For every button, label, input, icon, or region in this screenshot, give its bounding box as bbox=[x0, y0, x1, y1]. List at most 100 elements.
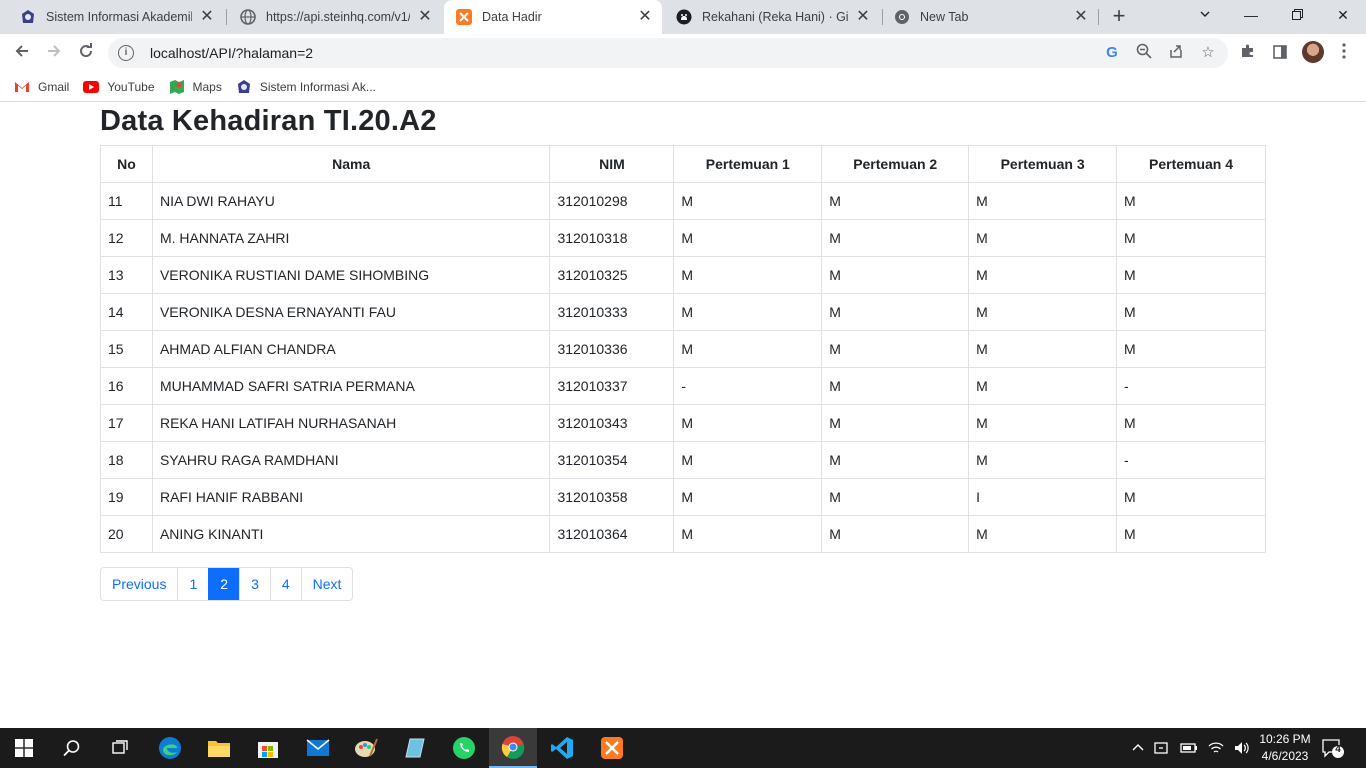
close-icon[interactable]: ✕ bbox=[1072, 8, 1090, 26]
column-header-nim: NIM bbox=[549, 145, 675, 183]
table-row: 17 REKA HANI LATIFAH NURHASANAH 312010343 M… bbox=[100, 404, 1266, 442]
vscode-icon bbox=[551, 737, 573, 759]
cell-nama: VERONIKA RUSTIANI DAME SIHOMBING bbox=[151, 256, 551, 294]
minimize-button[interactable]: — bbox=[1228, 0, 1274, 30]
pagination-previous[interactable]: Previous bbox=[101, 568, 177, 600]
cell-pertemuan-4: M bbox=[1116, 478, 1266, 516]
chevron-down-icon bbox=[1200, 11, 1210, 17]
taskbar-file-explorer[interactable] bbox=[195, 728, 243, 768]
taskbar-paint[interactable] bbox=[342, 728, 390, 768]
close-icon[interactable]: ✕ bbox=[198, 8, 216, 26]
extensions-button[interactable] bbox=[1234, 39, 1262, 67]
cell-pertemuan-4: M bbox=[1116, 404, 1266, 442]
cell-pertemuan-1: M bbox=[673, 441, 823, 479]
cell-pertemuan-3: M bbox=[968, 367, 1118, 405]
tab-title: New Tab bbox=[920, 10, 969, 24]
taskbar-xampp[interactable] bbox=[588, 728, 636, 768]
bookmark-star-icon[interactable]: ☆ bbox=[1198, 43, 1218, 63]
cell-pertemuan-2: M bbox=[821, 256, 970, 294]
bookmark-maps[interactable]: Maps bbox=[169, 79, 222, 95]
url-text[interactable]: localhost/API/?halaman=2 bbox=[150, 45, 313, 61]
google-translate-icon[interactable]: G bbox=[1102, 43, 1122, 63]
reload-button[interactable] bbox=[72, 39, 100, 67]
system-tray bbox=[1132, 728, 1250, 768]
cell-pertemuan-1: M bbox=[673, 293, 823, 331]
search-button[interactable] bbox=[48, 728, 96, 768]
cell-pertemuan-1: M bbox=[673, 219, 823, 257]
taskbar-app[interactable] bbox=[391, 728, 439, 768]
address-bar[interactable]: i localhost/API/?halaman=2 G ☆ bbox=[108, 38, 1228, 68]
share-icon[interactable] bbox=[1166, 43, 1186, 63]
cell-nim: 312010325 bbox=[549, 256, 675, 294]
taskbar-mail[interactable] bbox=[294, 728, 342, 768]
table-row: 11 NIA DWI RAHAYU 312010298 M M M M bbox=[100, 182, 1266, 220]
info-icon[interactable]: i bbox=[118, 45, 134, 61]
tab-strip: Sistem Informasi Akademik ✕ https://api.… bbox=[0, 0, 1366, 34]
table-row: 20 ANING KINANTI 312010364 M M M M bbox=[100, 515, 1266, 553]
start-button[interactable] bbox=[0, 728, 48, 768]
tab-search-button[interactable] bbox=[1182, 0, 1228, 30]
column-header-nama: Nama bbox=[151, 145, 551, 183]
cell-pertemuan-3: M bbox=[968, 182, 1118, 220]
wifi-icon[interactable] bbox=[1208, 741, 1224, 755]
campus-logo-icon bbox=[236, 79, 252, 95]
github-icon bbox=[676, 9, 692, 25]
bookmark-sistem-informasi[interactable]: Sistem Informasi Ak... bbox=[236, 79, 376, 95]
back-button[interactable] bbox=[8, 39, 36, 67]
cell-no: 14 bbox=[100, 293, 153, 331]
taskbar-edge[interactable] bbox=[146, 728, 194, 768]
battery-icon[interactable] bbox=[1180, 741, 1198, 755]
cell-pertemuan-3: M bbox=[968, 515, 1118, 553]
pagination-page-2[interactable]: 2 bbox=[208, 568, 240, 600]
search-icon bbox=[63, 740, 80, 757]
bookmark-gmail[interactable]: Gmail bbox=[14, 79, 69, 95]
close-icon[interactable]: ✕ bbox=[854, 8, 872, 26]
pagination-next[interactable]: Next bbox=[300, 568, 353, 600]
tab-github[interactable]: Rekahani (Reka Hani) · GitHu ✕ bbox=[664, 0, 880, 34]
tab-sistem-informasi[interactable]: Sistem Informasi Akademik ✕ bbox=[8, 0, 224, 34]
forward-button[interactable] bbox=[40, 39, 68, 67]
menu-button[interactable] bbox=[1330, 39, 1358, 67]
cell-pertemuan-2: M bbox=[821, 478, 970, 516]
notification-center-button[interactable]: 4 bbox=[1322, 738, 1344, 758]
cell-nama: RAFI HANIF RABBANI bbox=[151, 478, 551, 516]
task-view-button[interactable] bbox=[96, 728, 144, 768]
zoom-icon[interactable] bbox=[1134, 43, 1154, 63]
tab-new-tab[interactable]: New Tab ✕ bbox=[882, 0, 1098, 34]
tab-data-hadir[interactable]: Data Hadir ✕ bbox=[444, 0, 662, 34]
close-window-button[interactable]: ✕ bbox=[1320, 0, 1366, 30]
taskbar-vscode[interactable] bbox=[538, 728, 586, 768]
pagination-page-1[interactable]: 1 bbox=[177, 568, 208, 600]
tab-api-stein[interactable]: https://api.steinhq.com/v1/st ✕ bbox=[228, 0, 442, 34]
taskbar-whatsapp[interactable] bbox=[440, 728, 488, 768]
table-row: 15 AHMAD ALFIAN CHANDRA 312010336 M M M M bbox=[100, 330, 1266, 368]
volume-icon[interactable] bbox=[1234, 741, 1250, 755]
cell-no: 16 bbox=[100, 367, 153, 405]
browser-toolbar: i localhost/API/?halaman=2 G ☆ bbox=[0, 34, 1366, 72]
arrow-right-icon bbox=[48, 45, 61, 57]
cell-pertemuan-1: M bbox=[673, 256, 823, 294]
tab-title: Rekahani (Reka Hani) · GitHu bbox=[702, 10, 848, 24]
bookmark-youtube[interactable]: YouTube bbox=[83, 79, 155, 95]
new-tab-button[interactable]: + bbox=[1106, 5, 1132, 29]
pagination-page-3[interactable]: 3 bbox=[239, 568, 270, 600]
pagination-page-4[interactable]: 4 bbox=[269, 568, 301, 600]
pagination: Previous 1 2 3 4 Next bbox=[100, 567, 354, 601]
close-icon[interactable]: ✕ bbox=[416, 8, 434, 26]
restore-button[interactable] bbox=[1274, 0, 1320, 30]
chevron-up-icon[interactable] bbox=[1132, 742, 1144, 754]
meet-now-icon[interactable] bbox=[1154, 740, 1170, 756]
profile-avatar[interactable] bbox=[1302, 41, 1324, 63]
notepad-icon bbox=[405, 738, 425, 758]
table-row: 13 VERONIKA RUSTIANI DAME SIHOMBING 312010… bbox=[100, 256, 1266, 294]
system-clock[interactable]: 10:26 PM 4/6/2023 bbox=[1254, 731, 1316, 765]
maps-icon bbox=[169, 79, 185, 95]
clock-time: 10:26 PM bbox=[1259, 732, 1311, 746]
cell-no: 17 bbox=[100, 404, 153, 442]
taskbar-store[interactable] bbox=[244, 728, 292, 768]
table-row: 14 VERONIKA DESNA ERNAYANTI FAU 312010333 M… bbox=[100, 293, 1266, 331]
taskbar-chrome[interactable] bbox=[489, 728, 537, 768]
side-panel-button[interactable] bbox=[1266, 39, 1294, 67]
close-icon[interactable]: ✕ bbox=[636, 8, 654, 26]
cell-nama: NIA DWI RAHAYU bbox=[151, 182, 551, 220]
